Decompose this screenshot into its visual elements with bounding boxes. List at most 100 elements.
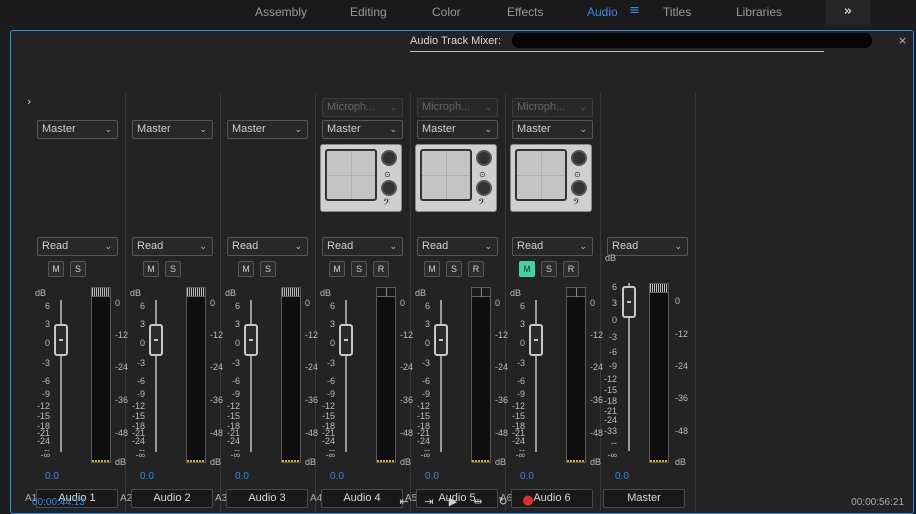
db-tick: 0 — [519, 338, 525, 348]
pan-field[interactable] — [325, 149, 377, 201]
output-dropdown[interactable]: Master ⌄ — [417, 120, 498, 139]
db-label: dB — [605, 253, 617, 263]
solo-button[interactable]: S — [70, 261, 86, 277]
peak-indicator[interactable] — [567, 288, 585, 297]
automation-mode-dropdown[interactable]: Read ⌄ — [132, 237, 213, 256]
panel-title[interactable]: Audio Track Mixer: — [410, 35, 501, 47]
mute-button[interactable]: M — [143, 261, 159, 277]
workspace-tab-effects[interactable]: Effects — [507, 5, 543, 19]
workspace-tab-audio[interactable]: Audio — [587, 5, 618, 19]
loop-icon[interactable]: ↻ — [495, 495, 511, 508]
panner-control[interactable]: ⊙ 𝄢 — [320, 144, 402, 212]
bass-knob-icon[interactable] — [571, 180, 587, 196]
record-arm-button[interactable]: R — [373, 261, 389, 277]
volume-fader[interactable] — [434, 324, 448, 356]
workspace-tab-color[interactable]: Color — [432, 5, 461, 19]
chevron-down-icon: ⌄ — [294, 241, 302, 251]
panner-control[interactable]: ⊙ 𝄢 — [415, 144, 497, 212]
workspace-tab-assembly[interactable]: Assembly — [255, 5, 307, 19]
db-tick: -3 — [41, 358, 50, 368]
db-tick: -∞ — [135, 450, 145, 460]
pan-field[interactable] — [420, 149, 472, 201]
mute-button[interactable]: M — [48, 261, 64, 277]
volume-value[interactable]: 0.0 — [520, 471, 534, 482]
master-strip: Read ⌄ dB 6 3 0 -3 -6 -9 -12 -15 -18 -21 -24 -33 -- -∞ 0-… — [601, 93, 696, 511]
meter-tick: -12 — [675, 329, 689, 339]
solo-button[interactable]: S — [446, 261, 462, 277]
peak-indicator[interactable] — [650, 284, 668, 293]
solo-button[interactable]: S — [260, 261, 276, 277]
volume-value[interactable]: 0.0 — [140, 471, 154, 482]
db-tick: -9 — [41, 389, 50, 399]
more-workspaces-button[interactable]: » — [826, 0, 870, 25]
output-dropdown[interactable]: Master ⌄ — [322, 120, 403, 139]
go-to-in-icon[interactable]: ⇤ — [396, 495, 412, 508]
volume-fader[interactable] — [622, 286, 636, 318]
volume-value[interactable]: 0.0 — [45, 471, 59, 482]
output-dropdown-label: Master — [42, 123, 76, 135]
play-in-to-out-icon[interactable]: ⇹ — [470, 495, 486, 508]
automation-mode-dropdown[interactable]: Read ⌄ — [417, 237, 498, 256]
play-icon[interactable]: ▶ — [445, 495, 461, 508]
volume-fader[interactable] — [244, 324, 258, 356]
mute-button[interactable]: M — [238, 261, 254, 277]
mute-button[interactable]: M — [329, 261, 345, 277]
workspace-tab-editing[interactable]: Editing — [350, 5, 387, 19]
panner-control[interactable]: ⊙ 𝄢 — [510, 144, 592, 212]
go-to-out-icon[interactable]: ⇥ — [421, 495, 437, 508]
bass-knob-icon[interactable] — [476, 180, 492, 196]
db-tick: -12 — [321, 401, 335, 411]
current-timecode[interactable]: 00:00:44:13 — [32, 497, 85, 508]
automation-mode-dropdown[interactable]: Read ⌄ — [37, 237, 118, 256]
collapse-icon[interactable]: › — [27, 95, 31, 108]
volume-fader[interactable] — [339, 324, 353, 356]
volume-fader[interactable] — [149, 324, 163, 356]
pan-crosshair-v — [351, 151, 352, 199]
volume-value[interactable]: 0.0 — [425, 471, 439, 482]
automation-mode-dropdown-label: Read — [137, 240, 164, 252]
solo-button[interactable]: S — [541, 261, 557, 277]
automation-mode-dropdown[interactable]: Read ⌄ — [512, 237, 593, 256]
db-tick: 0 — [139, 338, 145, 348]
bass-knob-icon[interactable] — [381, 180, 397, 196]
center-icon: ⊙ — [479, 170, 486, 179]
peak-indicator[interactable] — [92, 288, 110, 297]
output-dropdown[interactable]: Master ⌄ — [37, 120, 118, 139]
automation-mode-dropdown[interactable]: Read ⌄ — [227, 237, 308, 256]
output-dropdown[interactable]: Master ⌄ — [227, 120, 308, 139]
close-icon[interactable]: × — [898, 34, 907, 47]
mute-button[interactable]: M — [519, 261, 535, 277]
record-arm-button[interactable]: R — [468, 261, 484, 277]
db-tick: -3 — [608, 332, 617, 342]
workspace-tab-libraries[interactable]: Libraries — [736, 5, 782, 19]
volume-value[interactable]: 0.0 — [235, 471, 249, 482]
record-arm-button[interactable]: R — [563, 261, 579, 277]
solo-button[interactable]: S — [351, 261, 367, 277]
output-dropdown[interactable]: Master ⌄ — [512, 120, 593, 139]
hamburger-icon[interactable]: ≡ — [629, 3, 640, 18]
fader-track — [250, 300, 252, 452]
record-icon[interactable]: ● — [520, 493, 536, 508]
volume-fader[interactable] — [529, 324, 543, 356]
pan-field[interactable] — [515, 149, 567, 201]
automation-mode-dropdown[interactable]: Read ⌄ — [322, 237, 403, 256]
treble-knob-icon[interactable] — [381, 150, 397, 166]
treble-knob-icon[interactable] — [571, 150, 587, 166]
mute-button[interactable]: M — [424, 261, 440, 277]
db-tick: -6 — [326, 376, 335, 386]
peak-indicator[interactable] — [472, 288, 490, 297]
volume-value[interactable]: 0.0 — [330, 471, 344, 482]
output-dropdown[interactable]: Master ⌄ — [132, 120, 213, 139]
workspace-tab-titles[interactable]: Titles — [663, 5, 691, 19]
peak-indicator[interactable] — [187, 288, 205, 297]
volume-fader[interactable] — [54, 324, 68, 356]
db-tick: -9 — [326, 389, 335, 399]
solo-button[interactable]: S — [165, 261, 181, 277]
peak-indicator[interactable] — [377, 288, 395, 297]
peak-indicator[interactable] — [282, 288, 300, 297]
db-tick: 6 — [44, 301, 50, 311]
automation-mode-dropdown-label: Read — [232, 240, 259, 252]
treble-knob-icon[interactable] — [476, 150, 492, 166]
volume-value[interactable]: 0.0 — [615, 471, 629, 482]
automation-mode-dropdown[interactable]: Read ⌄ — [607, 237, 688, 256]
